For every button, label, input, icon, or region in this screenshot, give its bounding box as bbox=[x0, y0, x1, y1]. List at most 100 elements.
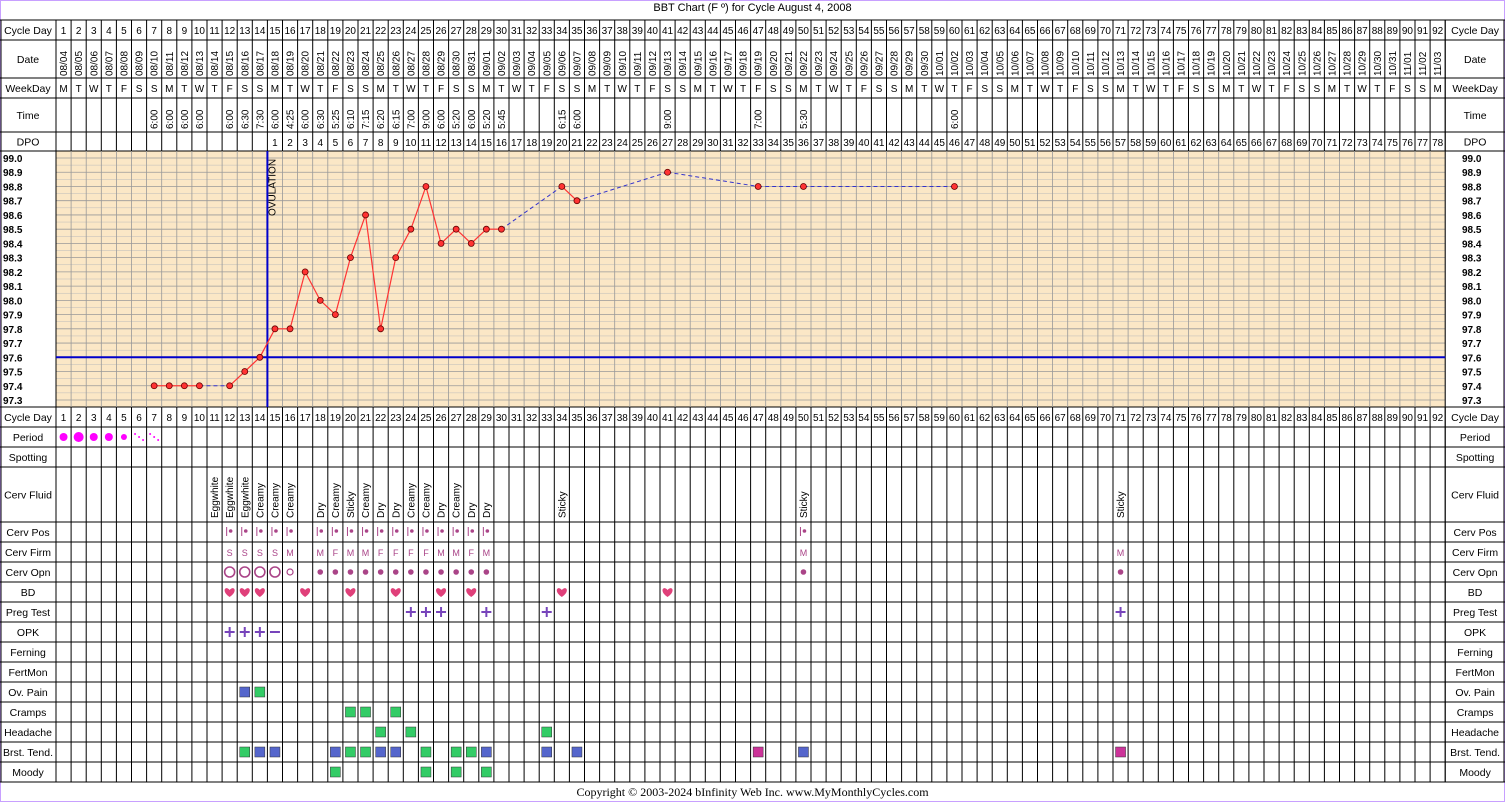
date-label: 10/07 bbox=[1025, 51, 1036, 76]
cerv-fluid-label: Dry bbox=[316, 502, 327, 518]
time-label: 7:00 bbox=[754, 109, 765, 129]
temp-tick-left: 98.8 bbox=[3, 182, 23, 193]
cycle-day-number-bottom: 54 bbox=[858, 413, 870, 424]
cycle-day-number: 75 bbox=[1175, 26, 1187, 37]
cerv-pos-dot bbox=[259, 529, 263, 533]
temp-tick-left: 97.3 bbox=[3, 396, 23, 407]
cycle-day-number-bottom: 83 bbox=[1296, 413, 1308, 424]
date-label: 10/03 bbox=[965, 51, 976, 76]
weekday-label: M bbox=[1011, 84, 1019, 95]
date-label: 08/05 bbox=[74, 51, 85, 76]
weekday-label: W bbox=[195, 84, 205, 95]
cycle-day-number: 88 bbox=[1372, 26, 1384, 37]
headache-box bbox=[405, 726, 417, 738]
row-label-right-ferning: Ferning bbox=[1457, 647, 1493, 659]
cycle-day-number: 45 bbox=[722, 26, 734, 37]
cycle-day-number: 17 bbox=[300, 26, 312, 37]
cerv-open-circle bbox=[254, 566, 266, 578]
date-label: 08/25 bbox=[376, 51, 387, 76]
cerv-pos-dot bbox=[410, 529, 414, 533]
temp-tick-right: 97.5 bbox=[1462, 368, 1482, 379]
temp-tick-left: 97.7 bbox=[3, 339, 23, 350]
weekday-label: T bbox=[740, 84, 746, 95]
cycle-day-number-bottom: 57 bbox=[904, 413, 916, 424]
bd-heart bbox=[254, 588, 265, 597]
dpo-number: 15 bbox=[481, 138, 493, 149]
bd-heart bbox=[436, 588, 447, 597]
temp-tick-right: 97.3 bbox=[1462, 396, 1482, 407]
weekday-label: T bbox=[106, 84, 112, 95]
cycle-day-number: 21 bbox=[360, 26, 372, 37]
cycle-day-number-bottom: 34 bbox=[556, 413, 568, 424]
dpo-number: 13 bbox=[451, 138, 463, 149]
weekday-label: T bbox=[815, 84, 821, 95]
temp-tick-left: 98.9 bbox=[3, 168, 23, 179]
dpo-number: 46 bbox=[949, 138, 961, 149]
cycle-day-number: 84 bbox=[1311, 26, 1323, 37]
time-label: 7:00 bbox=[406, 109, 417, 129]
cramps-box bbox=[390, 706, 401, 718]
row-label-period: Period bbox=[13, 432, 44, 444]
date-label: 10/14 bbox=[1131, 51, 1142, 76]
cycle-day-number-bottom: 38 bbox=[617, 413, 629, 424]
cerv-pos-dot bbox=[394, 529, 399, 533]
weekday-label: T bbox=[710, 84, 716, 95]
cerv-firm-letter: F bbox=[333, 548, 339, 558]
cycle-day-number: 38 bbox=[617, 26, 629, 37]
cycle-day-number-bottom: 62 bbox=[979, 413, 991, 424]
weekday-label: S bbox=[1419, 84, 1426, 95]
date-label: 08/22 bbox=[331, 51, 342, 76]
date-label: 08/29 bbox=[437, 51, 448, 76]
temp-tick-right: 98.3 bbox=[1462, 254, 1482, 265]
cycle-day-number: 80 bbox=[1251, 26, 1263, 37]
cycle-day-number-bottom: 88 bbox=[1372, 413, 1384, 424]
cerv-closed-dot bbox=[423, 569, 429, 575]
weekday-label: F bbox=[544, 84, 550, 95]
date-label: 09/23 bbox=[814, 51, 825, 76]
cycle-day-number: 57 bbox=[904, 26, 916, 37]
cerv-firm-letter: S bbox=[242, 548, 248, 558]
cycle-day-number-bottom: 20 bbox=[345, 413, 357, 424]
cycle-day-number-bottom: 44 bbox=[707, 413, 719, 424]
temp-tick-right: 97.6 bbox=[1462, 353, 1482, 364]
date-label: 09/06 bbox=[557, 51, 568, 76]
row-label-right-date: Date bbox=[1464, 54, 1486, 66]
date-label: 08/27 bbox=[406, 51, 417, 76]
cycle-day-number-bottom: 59 bbox=[934, 413, 946, 424]
temp-point bbox=[377, 325, 385, 333]
cycle-day-number-bottom: 1 bbox=[61, 413, 67, 424]
temp-point bbox=[392, 254, 400, 262]
cycle-day-number-bottom: 47 bbox=[753, 413, 765, 424]
cycle-day-number: 86 bbox=[1341, 26, 1353, 37]
date-label: 08/24 bbox=[361, 51, 372, 76]
date-label: 08/21 bbox=[316, 51, 327, 76]
date-label: 08/06 bbox=[89, 51, 100, 76]
cycle-day-number-bottom: 85 bbox=[1326, 413, 1338, 424]
date-label: 08/26 bbox=[391, 51, 402, 76]
cerv-fluid-label: Sticky bbox=[799, 491, 810, 518]
date-label: 10/22 bbox=[1252, 51, 1263, 76]
cycle-day-number: 50 bbox=[798, 26, 810, 37]
date-label: 11/02 bbox=[1418, 51, 1429, 76]
dpo-number: 40 bbox=[858, 138, 870, 149]
date-label: 08/11 bbox=[165, 51, 176, 76]
dpo-number: 66 bbox=[1251, 138, 1263, 149]
ovulation-label: OVULATION bbox=[267, 159, 278, 216]
temp-tick-right: 98.6 bbox=[1462, 211, 1482, 222]
cerv-pos-dot bbox=[802, 529, 807, 533]
dpo-number: 38 bbox=[828, 138, 840, 149]
cerv-fluid-label: Eggwhite bbox=[210, 476, 221, 518]
cycle-day-number-bottom: 4 bbox=[106, 413, 112, 424]
cycle-day-number-bottom: 19 bbox=[330, 413, 342, 424]
headache-box bbox=[375, 726, 386, 738]
weekday-label: F bbox=[227, 84, 233, 95]
dpo-number: 12 bbox=[435, 138, 447, 149]
date-label: 10/12 bbox=[1101, 51, 1112, 76]
time-label: 6:15 bbox=[391, 109, 402, 129]
cycle-day-number-bottom: 45 bbox=[722, 413, 734, 424]
cerv-fluid-label: Dry bbox=[482, 502, 493, 518]
cerv-pos-dot bbox=[349, 529, 354, 533]
cycle-day-number-bottom: 87 bbox=[1357, 413, 1369, 424]
cycle-day-number: 78 bbox=[1221, 26, 1233, 37]
cycle-day-number: 62 bbox=[979, 26, 991, 37]
